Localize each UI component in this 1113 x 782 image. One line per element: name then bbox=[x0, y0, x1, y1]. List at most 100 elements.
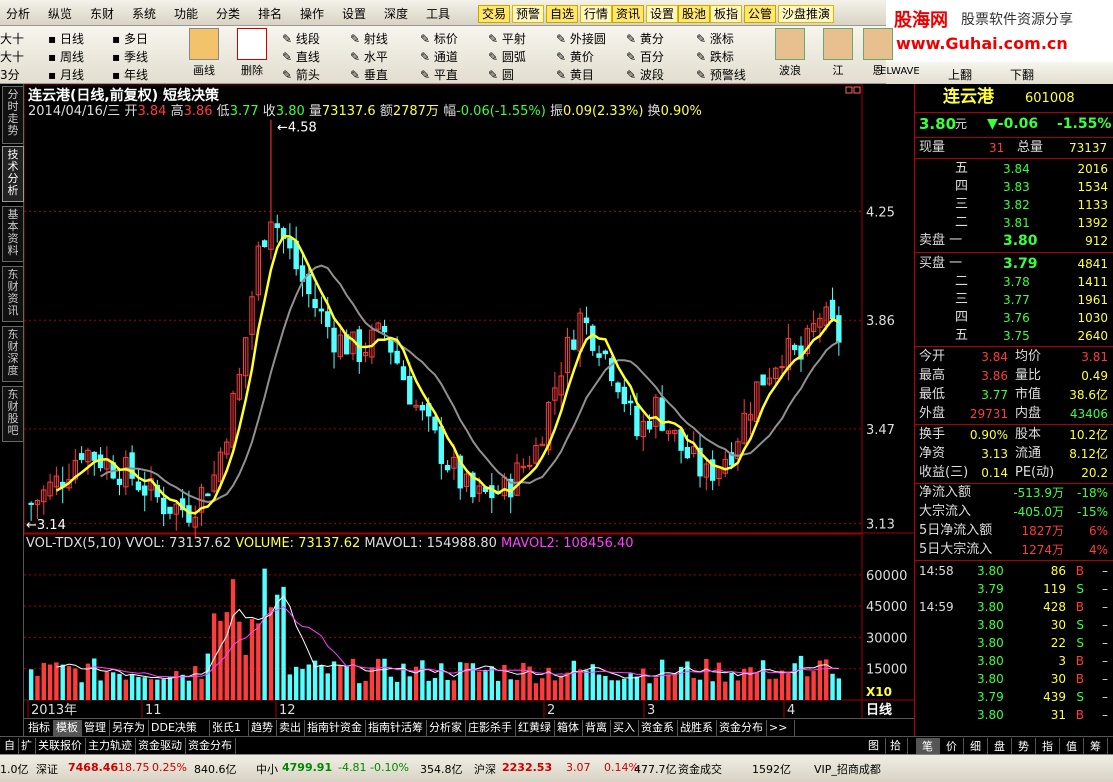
vtab-1[interactable]: 技术分析 bbox=[2, 146, 24, 202]
line-tool-1-5[interactable]: ✎ 百分 bbox=[626, 48, 664, 65]
menu-6[interactable]: 排名 bbox=[258, 5, 282, 22]
menu-button-7[interactable]: 板指 bbox=[710, 5, 743, 23]
ask-row[interactable]: 二 3.81 1392 bbox=[915, 214, 1113, 232]
vtab-4[interactable]: 东财深度 bbox=[2, 326, 24, 382]
menu-button-1[interactable]: 预警 bbox=[512, 5, 545, 23]
indicator-tab-9[interactable]: 指南针活筹 bbox=[366, 720, 427, 736]
line-tool-2-0[interactable]: ✎ 箭头 bbox=[282, 66, 320, 83]
menu-9[interactable]: 深度 bbox=[384, 5, 408, 22]
line-tool-2-5[interactable]: ✎ 波段 bbox=[626, 66, 664, 83]
indicator-tab-3[interactable]: 另存为 bbox=[110, 720, 149, 736]
line-tool-1-3[interactable]: ✎ 圆弧 bbox=[488, 48, 526, 65]
quote-tab-5[interactable]: 指 bbox=[1036, 738, 1060, 754]
quote-tab-1[interactable]: 价 bbox=[940, 738, 964, 754]
sub-tab-5[interactable]: 资金分布 bbox=[186, 738, 236, 754]
tool-period-0-0[interactable]: 大十 bbox=[0, 30, 24, 47]
menu-button-0[interactable]: 交易 bbox=[478, 5, 511, 23]
kline-chart[interactable]: 4.25 3.86 3.47 3.13 60000 45000 30000 15000 X10 2… bbox=[24, 84, 914, 718]
line-tool-0-3[interactable]: ✎ 平射 bbox=[488, 30, 526, 47]
wave-tool-1[interactable]: 江 bbox=[820, 28, 856, 78]
vtab-0[interactable]: 分时走势 bbox=[2, 86, 24, 144]
chart-area[interactable]: 4.25 3.86 3.47 3.13 60000 45000 30000 15000 X10 2… bbox=[24, 84, 914, 718]
menu-8[interactable]: 设置 bbox=[342, 5, 366, 22]
line-tool-0-2[interactable]: ✎ 标价 bbox=[420, 30, 458, 47]
line-tool-0-0[interactable]: ✎ 线段 bbox=[282, 30, 320, 47]
tool-period-1-0[interactable]: 大十 bbox=[0, 48, 24, 65]
line-tool-2-1[interactable]: ✎ 垂直 bbox=[350, 66, 388, 83]
line-tool-1-4[interactable]: ✎ 黄价 bbox=[556, 48, 594, 65]
indicator-tab-17[interactable]: 战胜系 bbox=[678, 720, 717, 736]
bid-row[interactable]: 三 3.77 1961 bbox=[915, 291, 1113, 309]
quote-tab-2[interactable]: 细 bbox=[964, 738, 988, 754]
tool-period-1-1[interactable]: ▪ 周线 bbox=[48, 48, 84, 65]
indicator-tab-5[interactable]: 张氏1 bbox=[210, 720, 249, 736]
quote-tab-0[interactable]: 笔 bbox=[916, 738, 940, 754]
line-tool-0-1[interactable]: ✎ 射线 bbox=[350, 30, 388, 47]
indicator-tab-1[interactable]: 模板 bbox=[54, 720, 82, 736]
tool-period-2-1[interactable]: ▪ 月线 bbox=[48, 66, 84, 83]
menu-button-4[interactable]: 资讯 bbox=[612, 5, 645, 23]
indicator-tab-0[interactable]: 指标 bbox=[26, 720, 54, 736]
indicator-tab-11[interactable]: 庄影杀手 bbox=[466, 720, 516, 736]
tool-period-2-2[interactable]: ▪ 年线 bbox=[112, 66, 148, 83]
menu-2[interactable]: 东财 bbox=[90, 5, 114, 22]
indicator-tab-16[interactable]: 资金系 bbox=[639, 720, 678, 736]
menu-10[interactable]: 工具 bbox=[426, 5, 450, 22]
indicator-tab-7[interactable]: 卖出 bbox=[277, 720, 305, 736]
indicator-tab-2[interactable]: 管理 bbox=[82, 720, 110, 736]
menu-1[interactable]: 纵览 bbox=[48, 5, 72, 22]
menu-0[interactable]: 分析 bbox=[6, 5, 30, 22]
menu-3[interactable]: 系统 bbox=[132, 5, 156, 22]
line-tool-1-2[interactable]: ✎ 通道 bbox=[420, 48, 458, 65]
quote-tab-4[interactable]: 势 bbox=[1012, 738, 1036, 754]
sub-tab-1[interactable]: 扩 bbox=[19, 738, 36, 754]
ask-row[interactable]: 三 3.82 1133 bbox=[915, 196, 1113, 214]
bid-row[interactable]: 二 3.78 1411 bbox=[915, 273, 1113, 291]
indicator-tab-14[interactable]: 背离 bbox=[583, 720, 611, 736]
line-tool-2-3[interactable]: ✎ 圆 bbox=[488, 66, 514, 83]
quote-tab-6[interactable]: 值 bbox=[1060, 738, 1084, 754]
wave-tool-0[interactable]: 波浪 bbox=[772, 28, 808, 78]
bid-row[interactable]: 五 3.75 2640 bbox=[915, 327, 1113, 345]
quote-tab-3[interactable]: 盘 bbox=[988, 738, 1012, 754]
elwave-tool[interactable]: ELWAVE bbox=[880, 66, 920, 77]
status-item-18[interactable]: VIP_招商成都 bbox=[814, 761, 881, 777]
line-tool-1-6[interactable]: ✎ 跌标 bbox=[696, 48, 734, 65]
menu-button-2[interactable]: 自选 bbox=[546, 5, 579, 23]
indicator-tab-18[interactable]: 资金分布 bbox=[717, 720, 767, 736]
indicator-tab-10[interactable]: 分析家 bbox=[427, 720, 466, 736]
line-tool-0-5[interactable]: ✎ 黄分 bbox=[626, 30, 664, 47]
bid-row[interactable]: 买盘 一 3.79 4841 bbox=[915, 255, 1113, 273]
page-down-button[interactable]: 下翻 bbox=[1010, 66, 1034, 83]
menu-button-9[interactable]: 沙盘推演 bbox=[778, 5, 835, 23]
vtab-3[interactable]: 东财资讯 bbox=[2, 266, 24, 322]
indicator-tab-4[interactable]: DDE决策 bbox=[149, 720, 210, 736]
line-tool-0-6[interactable]: ✎ 涨标 bbox=[696, 30, 734, 47]
sub-tab-3[interactable]: 主力轨迹 bbox=[86, 738, 136, 754]
draw-tool-0[interactable]: 画线 bbox=[186, 28, 222, 78]
bid-row[interactable]: 四 3.76 1030 bbox=[915, 309, 1113, 327]
menu-button-5[interactable]: 设置 bbox=[646, 5, 679, 23]
sub-tab-right-1[interactable]: 拾 bbox=[888, 738, 908, 754]
quote-tab-7[interactable]: 筹 bbox=[1084, 738, 1108, 754]
menu-5[interactable]: 分类 bbox=[216, 5, 240, 22]
indicator-tab-13[interactable]: 箱体 bbox=[555, 720, 583, 736]
indicator-tab-19[interactable]: >> bbox=[767, 720, 795, 736]
menu-button-8[interactable]: 公管 bbox=[744, 5, 777, 23]
indicator-tab-15[interactable]: 买入 bbox=[611, 720, 639, 736]
menu-4[interactable]: 功能 bbox=[174, 5, 198, 22]
line-tool-1-0[interactable]: ✎ 直线 bbox=[282, 48, 320, 65]
ask-row[interactable]: 卖盘 一 3.80 912 bbox=[915, 232, 1113, 250]
sub-tab-2[interactable]: 关联报价 bbox=[36, 738, 86, 754]
line-tool-2-2[interactable]: ✎ 平直 bbox=[420, 66, 458, 83]
tool-period-0-2[interactable]: ▪ 多日 bbox=[112, 30, 148, 47]
line-tool-2-4[interactable]: ✎ 黄目 bbox=[556, 66, 594, 83]
menu-button-3[interactable]: 行情 bbox=[580, 5, 613, 23]
tool-period-2-0[interactable]: 3分 bbox=[0, 66, 20, 83]
sub-tab-4[interactable]: 资金驱动 bbox=[136, 738, 186, 754]
page-up-button[interactable]: 上翻 bbox=[948, 66, 972, 83]
draw-tool-1[interactable]: 删除 bbox=[234, 28, 270, 78]
ask-row[interactable]: 五 3.84 2016 bbox=[915, 160, 1113, 178]
sub-tab-right-0[interactable]: 图 bbox=[866, 738, 886, 754]
sub-tab-0[interactable]: 自 bbox=[2, 738, 19, 754]
